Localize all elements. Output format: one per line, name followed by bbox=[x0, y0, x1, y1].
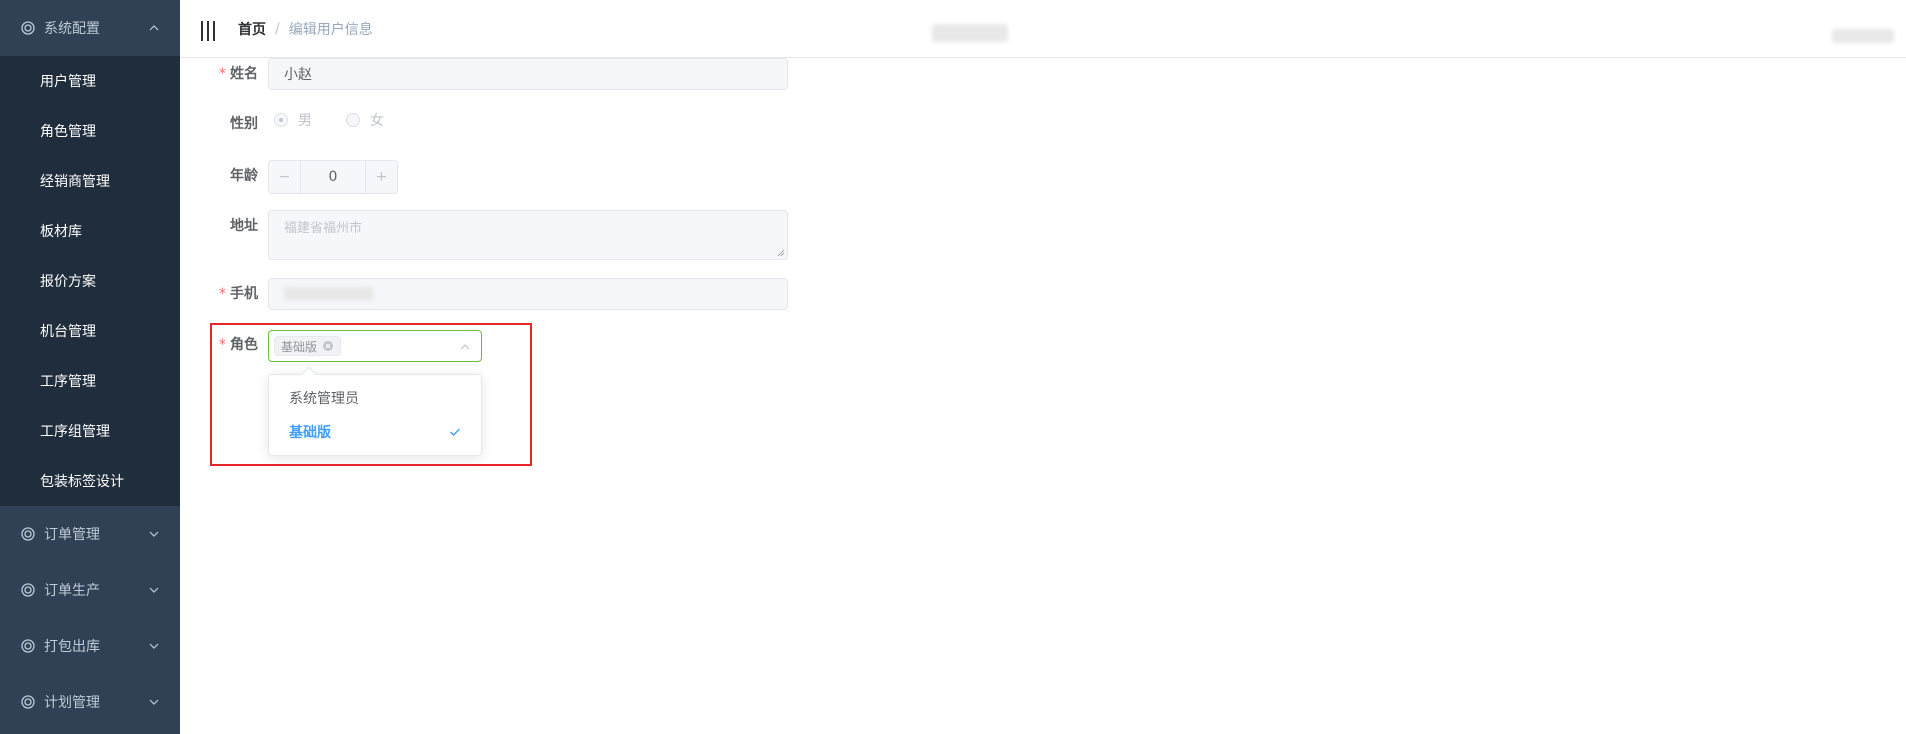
sidebar-item-dealer-management[interactable]: 经销商管理 bbox=[0, 156, 180, 206]
sidebar-item-label: 工序管理 bbox=[40, 374, 96, 390]
menu-group-label: 系统配置 bbox=[44, 21, 100, 37]
menu-group-label: 订单管理 bbox=[44, 527, 100, 543]
menu-group-packing-outbound[interactable]: 打包出库 bbox=[0, 618, 180, 674]
gear-icon bbox=[21, 695, 35, 709]
sidebar-item-label: 经销商管理 bbox=[40, 174, 110, 190]
page-scrollbar[interactable] bbox=[1896, 58, 1906, 734]
chevron-down-icon bbox=[149, 587, 159, 593]
breadcrumb: 首页 / 编辑用户信息 bbox=[238, 0, 373, 58]
name-input-value: 小赵 bbox=[284, 67, 312, 83]
gender-radio-female[interactable]: 女 bbox=[346, 110, 384, 130]
age-label-text: 年龄 bbox=[230, 168, 258, 184]
address-textarea[interactable]: 福建省福州市 bbox=[268, 210, 788, 260]
phone-label-text: 手机 bbox=[230, 286, 258, 302]
address-placeholder: 福建省福州市 bbox=[284, 221, 363, 236]
name-label-text: 姓名 bbox=[230, 66, 258, 82]
phone-input[interactable] bbox=[268, 278, 788, 310]
radio-unchecked-icon bbox=[346, 113, 360, 127]
submenu-system-config: 用户管理 角色管理 经销商管理 板材库 报价方案 机台管理 工序管理 工序组管理… bbox=[0, 56, 180, 506]
radio-checked-icon bbox=[274, 113, 288, 127]
redacted-header-user[interactable] bbox=[1832, 29, 1894, 43]
sidebar-item-machine-management[interactable]: 机台管理 bbox=[0, 306, 180, 356]
sidebar-item-label: 板材库 bbox=[40, 224, 82, 240]
sidebar-item-board-library[interactable]: 板材库 bbox=[0, 206, 180, 256]
gear-icon bbox=[21, 21, 35, 35]
gender-label-text: 性别 bbox=[230, 116, 258, 132]
sidebar-item-quote-plan[interactable]: 报价方案 bbox=[0, 256, 180, 306]
phone-label: * 手机 bbox=[206, 284, 258, 304]
chevron-up-icon bbox=[149, 25, 159, 31]
menu-group-system-config[interactable]: 系统配置 bbox=[0, 0, 180, 56]
age-label: 年龄 bbox=[206, 166, 258, 186]
required-mark: * bbox=[219, 286, 226, 302]
breadcrumb-current: 编辑用户信息 bbox=[288, 22, 373, 38]
highlight-annotation-box bbox=[210, 323, 532, 466]
sidebar-item-user-management[interactable]: 用户管理 bbox=[0, 56, 180, 106]
required-mark: * bbox=[219, 66, 226, 82]
sidebar-item-label: 报价方案 bbox=[40, 274, 96, 290]
sidebar-item-process-management[interactable]: 工序管理 bbox=[0, 356, 180, 406]
gender-radio-male[interactable]: 男 bbox=[274, 110, 312, 130]
age-value[interactable]: 0 bbox=[301, 161, 365, 193]
gender-radio-label: 女 bbox=[370, 113, 384, 129]
gear-icon bbox=[21, 639, 35, 653]
menu-group-order-management[interactable]: 订单管理 bbox=[0, 506, 180, 562]
sidebar-item-label: 机台管理 bbox=[40, 324, 96, 340]
top-navbar: 首页 / 编辑用户信息 bbox=[180, 0, 1906, 58]
redacted-header-center bbox=[932, 24, 1008, 42]
address-label-text: 地址 bbox=[230, 218, 258, 234]
breadcrumb-separator: / bbox=[275, 21, 280, 37]
redacted-phone-value bbox=[284, 287, 374, 301]
sidebar-item-label: 工序组管理 bbox=[40, 424, 110, 440]
gear-icon bbox=[21, 583, 35, 597]
menu-group-order-production[interactable]: 订单生产 bbox=[0, 562, 180, 618]
age-stepper[interactable]: − 0 + bbox=[268, 160, 398, 194]
name-label: * 姓名 bbox=[206, 64, 258, 84]
menu-group-plan-management[interactable]: 计划管理 bbox=[0, 674, 180, 730]
chevron-down-icon bbox=[149, 643, 159, 649]
sidebar-item-role-management[interactable]: 角色管理 bbox=[0, 106, 180, 156]
menu-group-label: 打包出库 bbox=[44, 639, 100, 655]
decrement-button[interactable]: − bbox=[269, 161, 301, 193]
sidebar: 系统配置 用户管理 角色管理 经销商管理 板材库 报价方案 机台管理 工序管理 … bbox=[0, 0, 180, 734]
increment-button[interactable]: + bbox=[365, 161, 397, 193]
sidebar-item-process-group-management[interactable]: 工序组管理 bbox=[0, 406, 180, 456]
gender-label: 性别 bbox=[206, 114, 258, 134]
sidebar-item-package-label-design[interactable]: 包装标签设计 bbox=[0, 456, 180, 506]
menu-group-label: 订单生产 bbox=[44, 583, 100, 599]
sidebar-item-label: 包装标签设计 bbox=[40, 474, 124, 490]
chevron-down-icon bbox=[149, 531, 159, 537]
resize-grip-icon[interactable] bbox=[777, 249, 785, 257]
address-label: 地址 bbox=[206, 216, 258, 236]
gear-icon bbox=[21, 527, 35, 541]
chevron-down-icon bbox=[149, 699, 159, 705]
sidebar-item-label: 角色管理 bbox=[40, 124, 96, 140]
gender-radio-label: 男 bbox=[298, 113, 312, 129]
name-input[interactable]: 小赵 bbox=[268, 58, 788, 90]
menu-group-label: 计划管理 bbox=[44, 695, 100, 711]
sidebar-item-label: 用户管理 bbox=[40, 74, 96, 90]
hamburger-menu-icon[interactable] bbox=[200, 21, 216, 41]
breadcrumb-home-link[interactable]: 首页 bbox=[238, 19, 266, 39]
